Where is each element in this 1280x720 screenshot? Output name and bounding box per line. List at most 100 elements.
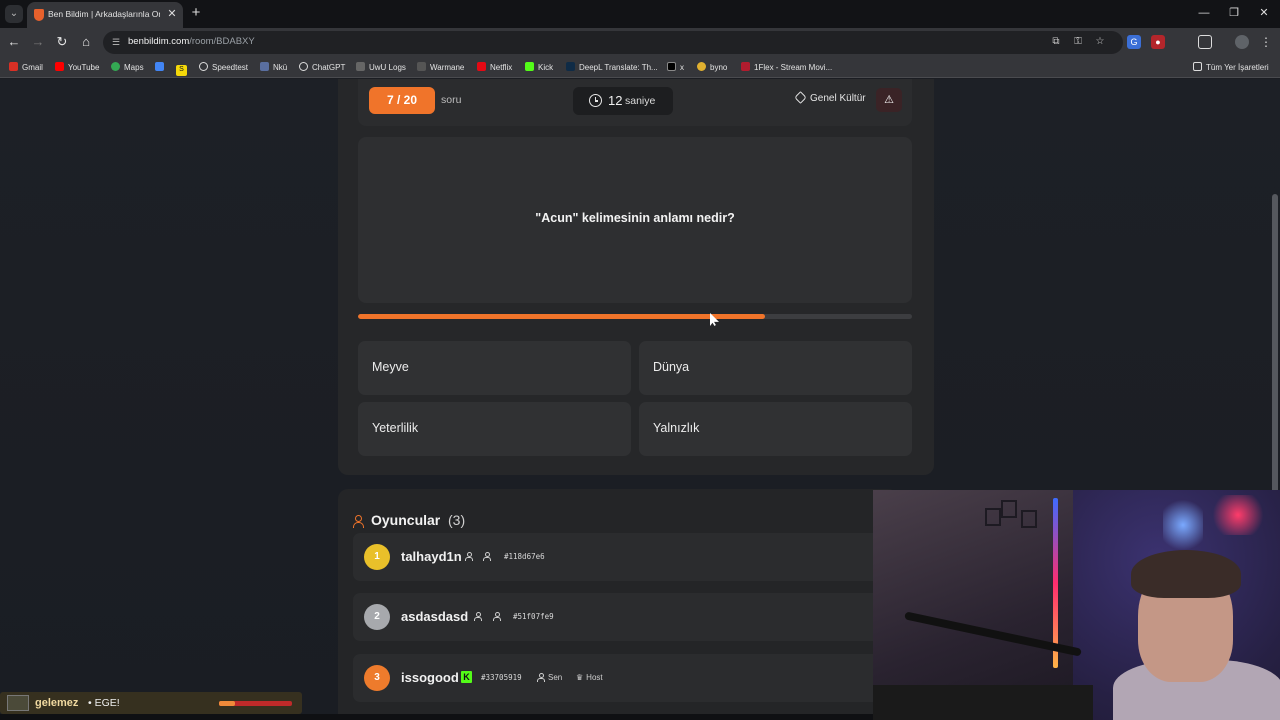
forward-button[interactable]: → (30, 34, 46, 50)
answer-option-1[interactable]: Meyve (358, 341, 631, 395)
users-icon (353, 515, 367, 528)
gmail-icon (9, 62, 18, 71)
player-row: 2 asdasdasd #51f07fe9 (353, 593, 898, 641)
back-button[interactable]: ← (6, 34, 22, 50)
bookmarks-bar: Gmail YouTube Maps S Speedtest Nkü ChatG… (0, 57, 1280, 78)
bookmark-warmane[interactable]: Warmane (417, 60, 464, 75)
browser-menu-icon[interactable]: ⋮ (1259, 35, 1273, 49)
bookmark-speedtest[interactable]: Speedtest (199, 60, 248, 75)
rank-badge: 2 (364, 604, 390, 630)
bookmark-byno[interactable]: byno (697, 60, 727, 75)
tab-title: Ben Bildim | Arkadaşlarınla Onl (48, 9, 160, 19)
minimize-button[interactable]: — (1194, 5, 1214, 21)
chat-progress-fill (219, 701, 236, 706)
answer-option-4[interactable]: Yalnızlık (639, 402, 912, 456)
crown-icon: ♛ (576, 673, 584, 682)
restore-button[interactable]: ❐ (1224, 5, 1244, 21)
extension-badge-icon[interactable]: ● (1151, 35, 1165, 49)
answer-label: Yalnızlık (653, 421, 700, 435)
uwu-icon (356, 62, 365, 71)
player-id: #118d67e6 (504, 552, 545, 561)
netflix-icon (477, 62, 486, 71)
chat-overlay: gelemez • EGE! (0, 692, 302, 714)
s-icon: S (176, 65, 187, 76)
bookmark-kick[interactable]: Kick (525, 60, 553, 75)
friend-icon (493, 612, 504, 621)
bookmark-translate[interactable] (155, 60, 168, 75)
timer-value: 12 (608, 93, 623, 108)
address-bar[interactable]: ☰ benbildim.com/room/BDABXY ⧉ ⚿ ☆ (103, 31, 1123, 54)
close-icon[interactable]: ✕ (165, 7, 179, 21)
bookmark-nku[interactable]: Nkü (260, 60, 287, 75)
clock-icon (589, 94, 602, 107)
players-title: Oyuncular (371, 512, 441, 528)
wall-frame (1021, 510, 1037, 528)
maps-icon (111, 62, 120, 71)
reload-button[interactable]: ↻ (54, 34, 70, 50)
bookmark-chatgpt[interactable]: ChatGPT (299, 60, 345, 75)
bookmark-youtube[interactable]: YouTube (55, 60, 99, 75)
countdown-timer: 12 saniye (573, 87, 673, 115)
led-glow (1208, 495, 1268, 535)
time-progress-fill (358, 314, 766, 319)
answer-label: Yeterlilik (372, 421, 419, 435)
home-button[interactable]: ⌂ (78, 34, 94, 50)
user-icon (465, 552, 476, 561)
answer-label: Dünya (653, 360, 690, 374)
install-app-icon[interactable]: ⧉ (1049, 35, 1063, 49)
profile-avatar-icon[interactable] (1235, 35, 1249, 49)
bookmark-s[interactable]: S (176, 60, 191, 76)
webcam-overlay (873, 490, 1280, 720)
window-close-button[interactable]: ✕ (1254, 5, 1274, 21)
translate-icon (155, 62, 164, 71)
question-progress-badge: 7 / 20 (369, 87, 435, 114)
bookmark-gmail[interactable]: Gmail (9, 60, 43, 75)
bookmark-1flex[interactable]: 1Flex - Stream Movi... (741, 60, 832, 75)
answer-option-2[interactable]: Dünya (639, 341, 912, 395)
chat-message: • EGE! (88, 697, 120, 709)
url-text[interactable]: benbildim.com/room/BDABXY (128, 36, 255, 47)
tag-icon (794, 91, 807, 104)
extensions-puzzle-icon[interactable] (1198, 35, 1212, 49)
bookmark-uwu-logs[interactable]: UwU Logs (356, 60, 406, 75)
player-id: #33705919 (481, 673, 522, 682)
wall-frame (985, 508, 1001, 526)
player-id: #51f07fe9 (513, 612, 554, 621)
active-tab[interactable]: Ben Bildim | Arkadaşlarınla Onl ✕ (27, 2, 183, 28)
question-box: "Acun" kelimesinin anlamı nedir? (358, 137, 912, 303)
desk (873, 685, 1093, 720)
report-question-button[interactable]: ⚠ (876, 88, 902, 112)
bookmark-maps[interactable]: Maps (111, 60, 144, 75)
nku-icon (260, 62, 269, 71)
chat-username: gelemez (35, 697, 79, 709)
1flex-icon (741, 62, 750, 71)
user-icon (537, 673, 545, 682)
chat-avatar (7, 695, 29, 711)
browser-toolbar: ← → ↻ ⌂ ☰ benbildim.com/room/BDABXY ⧉ ⚿ … (0, 28, 1280, 57)
answer-option-3[interactable]: Yeterlilik (358, 402, 631, 456)
translate-extension-icon[interactable]: G (1127, 35, 1141, 49)
friend-icon (483, 552, 494, 561)
time-progress-bar (358, 314, 912, 319)
category-tag: Genel Kültür (794, 91, 866, 107)
speedtest-icon (199, 62, 208, 71)
player-name: asdasdasd (401, 609, 469, 624)
wall-frame (1001, 500, 1017, 518)
players-panel: Oyuncular (3) 1 talhayd1n #118d67e6 2 as… (338, 489, 898, 720)
bookmark-star-icon[interactable]: ☆ (1093, 35, 1107, 49)
chatgpt-icon (299, 62, 308, 71)
tab-search-button[interactable]: ⌄ (5, 5, 23, 23)
site-info-icon[interactable]: ☰ (110, 36, 122, 48)
bookmark-deepl[interactable]: DeepL Translate: Th... (566, 60, 658, 75)
bookmark-netflix[interactable]: Netflix (477, 60, 512, 75)
question-card: 7 / 20 soru 12 saniye Genel Kültür ⚠ "Ac… (338, 79, 934, 475)
password-key-icon[interactable]: ⚿ (1071, 35, 1085, 49)
x-icon (667, 62, 676, 71)
byno-icon (697, 62, 706, 71)
self-badge: Sen (537, 673, 562, 682)
all-bookmarks-folder[interactable]: Tüm Yer İşaretleri (1193, 60, 1269, 75)
bookmark-x[interactable]: x (667, 60, 684, 75)
kick-icon (525, 62, 534, 71)
user-icon (474, 612, 485, 621)
new-tab-button[interactable]: + (188, 5, 204, 21)
